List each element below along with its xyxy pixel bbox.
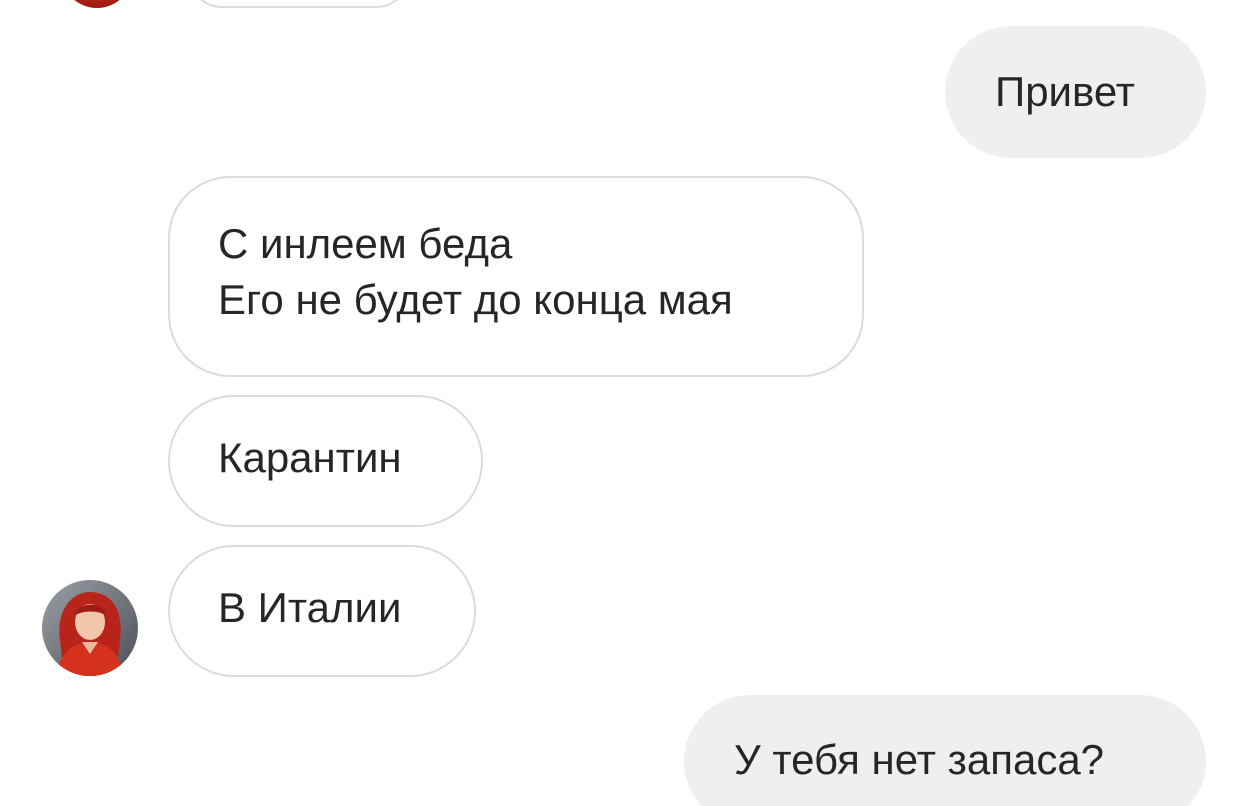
message-bubble-partial[interactable] [188,0,410,8]
incoming-message-bubble[interactable]: С инлеем беда Его не будет до конца мая [168,176,864,377]
message-text: У тебя нет запаса? [734,736,1105,783]
message-text: С инлеем беда [218,220,513,267]
contact-avatar[interactable] [42,580,138,676]
incoming-message-bubble[interactable]: В Италии [168,545,476,677]
message-text: Привет [995,68,1136,115]
user-avatar-photo-icon [42,580,138,676]
message-text: Его не будет до конца мая [218,276,733,323]
outgoing-message-bubble[interactable]: Привет [945,26,1206,158]
incoming-message-bubble[interactable]: Карантин [168,395,483,527]
message-text: В Италии [218,584,402,631]
outgoing-message-bubble[interactable]: У тебя нет запаса? [684,695,1206,806]
message-text: Карантин [218,434,402,481]
contact-avatar-partial[interactable] [62,0,132,8]
